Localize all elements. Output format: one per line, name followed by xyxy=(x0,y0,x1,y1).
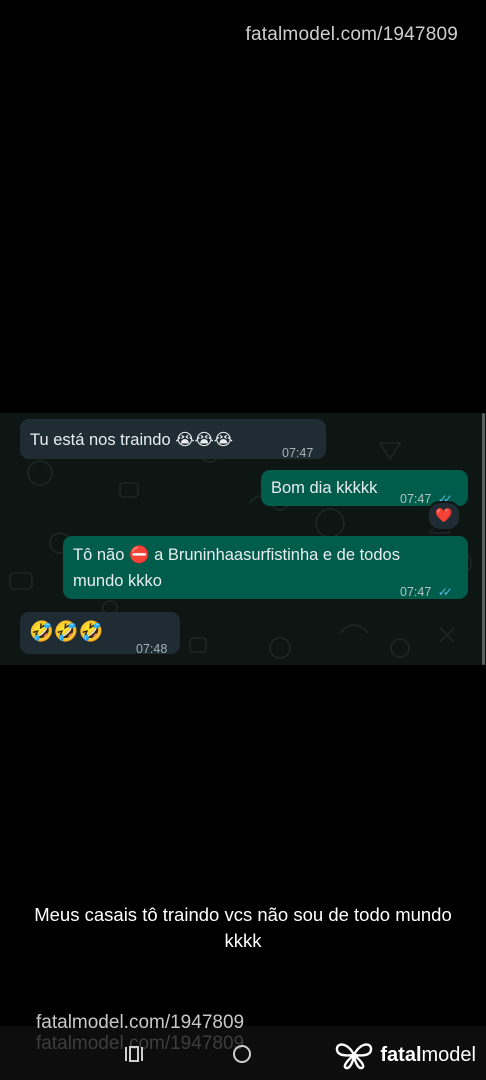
chat-scrollbar[interactable] xyxy=(482,413,485,665)
chat-screenshot: Tu está nos traindo 😭😭😭 07:47 Bom dia kk… xyxy=(0,413,486,665)
message-text: Bom dia kkkkk xyxy=(271,479,378,497)
recents-icon[interactable] xyxy=(124,1045,144,1063)
message-time: 07:48 xyxy=(136,642,168,656)
fatalmodel-logo: fatalmodel xyxy=(334,1040,476,1070)
message-time: 07:47 xyxy=(400,585,432,599)
message-outgoing-2[interactable]: Tô não ⛔ a Bruninhaasurfistinha e de tod… xyxy=(63,536,468,599)
message-text: Tu está nos traindo xyxy=(30,431,171,449)
laughing-crying-emoji: 🤣🤣🤣 xyxy=(29,619,104,643)
heart-reaction[interactable]: ❤️ xyxy=(427,501,461,531)
message-text: Tô não xyxy=(73,546,125,564)
message-text-line2: mundo kkko xyxy=(73,572,162,590)
message-incoming-1[interactable]: Tu está nos traindo 😭😭😭 07:47 xyxy=(20,419,326,460)
home-icon[interactable] xyxy=(233,1045,251,1063)
watermark-top: fatalmodel.com/1947809 xyxy=(245,24,458,45)
message-time: 07:47 xyxy=(400,492,432,506)
crying-face-emoji: 😭😭😭 xyxy=(175,430,234,449)
butterfly-icon xyxy=(336,1043,373,1070)
message-time: 07:47 xyxy=(282,446,314,460)
brand-strong: fatal xyxy=(380,1043,422,1066)
watermark-bottom: fatalmodel.com/1947809 xyxy=(36,1012,245,1033)
brand-rest: model xyxy=(421,1043,476,1066)
no-entry-icon: ⛔ xyxy=(128,545,150,564)
heart-icon: ❤️ xyxy=(435,508,453,524)
message-incoming-2[interactable]: 🤣🤣🤣 07:48 xyxy=(20,612,180,656)
caption-text: Meus casais tô traindo vcs não sou de to… xyxy=(34,904,452,951)
double-check-icon: ✓✓ xyxy=(437,585,453,599)
message-text: a Bruninhaasurfistinha e de todos xyxy=(154,546,400,564)
